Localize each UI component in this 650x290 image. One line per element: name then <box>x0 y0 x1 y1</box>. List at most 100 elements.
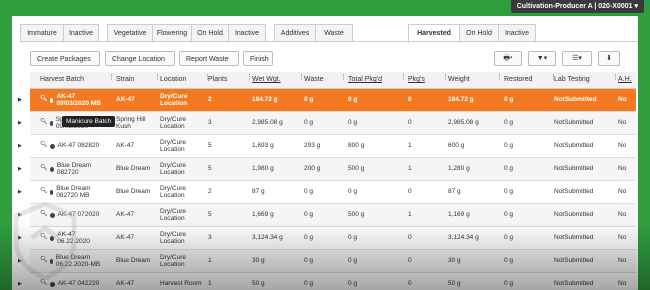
cell-weight: 184.72 g <box>448 96 474 104</box>
tab-plants-inactive[interactable]: Inactive <box>228 24 266 42</box>
search-icon[interactable]: 🔍︎ <box>40 280 48 288</box>
cell-total: 800 g <box>348 142 365 150</box>
finish-button[interactable]: Finish <box>243 51 273 66</box>
col-lab-testing[interactable]: Lab Testing <box>554 72 604 88</box>
cell-waste: 0 g <box>304 188 314 196</box>
column-menu-icon[interactable]: ⋮ <box>298 74 305 84</box>
cell-lab: NotSubmitted <box>554 119 594 127</box>
cell-location: Dry/Cure Location <box>160 115 187 131</box>
filter-icon[interactable]: ▼▾ <box>528 51 556 66</box>
columns-menu-icon[interactable]: ☰▾ <box>562 51 592 66</box>
tab-flowering-on-hold[interactable]: On Hold <box>191 24 229 42</box>
col-harvest-batch[interactable]: Harvest Batch <box>40 72 100 88</box>
search-icon[interactable]: 🔍︎ <box>40 165 48 173</box>
col-total-packaged-label: Total Pkg'd <box>348 76 383 83</box>
col-pkgs[interactable]: Pkg's <box>408 72 438 88</box>
manicure-batch-tooltip: Manicure Batch <box>62 116 116 127</box>
table-row[interactable]: ▶ 🔍︎ Blue Dream 082720 MB Blue Dream Dry/Cur… <box>18 181 636 204</box>
table-row[interactable]: ▶ 🔍︎ Blue Dream 06.22.2020-MB Blue Dream Dry… <box>18 250 636 273</box>
expand-row-icon[interactable]: ▶ <box>18 97 22 103</box>
tab-flowering[interactable]: Flowering <box>152 24 192 42</box>
column-menu-icon[interactable]: ⋮ <box>400 74 407 84</box>
cell-total: 0 g <box>348 188 358 196</box>
change-location-button[interactable]: Change Location <box>105 51 175 66</box>
col-weight[interactable]: Weight <box>448 72 488 88</box>
col-location[interactable]: Location <box>160 72 200 88</box>
expand-row-icon[interactable]: ▶ <box>18 120 22 126</box>
status-dot-icon <box>49 281 55 287</box>
column-menu-icon[interactable]: ⋮ <box>340 74 347 84</box>
table-row[interactable]: ▶ 🔍︎ AK-47 09/03/2020 MB AK-47 Dry/Cure Loca… <box>18 89 636 112</box>
expand-row-icon[interactable]: ▶ <box>18 166 22 172</box>
cell-plants: 1 <box>208 257 212 265</box>
table-row[interactable]: ▶ 🔍︎ AK-47 06.22.2020 AK-47 Dry/Cure Locatio… <box>18 227 636 250</box>
col-ah[interactable]: A.H. <box>618 72 636 88</box>
cell-wet: 1,693 g <box>252 142 274 150</box>
search-icon[interactable]: 🔍︎ <box>40 142 48 150</box>
cell-total: 0 g <box>348 119 358 127</box>
column-menu-icon[interactable]: ⋮ <box>154 74 161 84</box>
table-row[interactable]: ▶ 🔍︎ Blue Dream 082720 Blue Dream Dry/Cure L… <box>18 158 636 181</box>
cell-restored: 0 g <box>504 165 514 173</box>
cell-location: Dry/Cure Location <box>160 92 188 108</box>
column-menu-icon[interactable]: ⋮ <box>612 74 619 84</box>
cell-location: Dry/Cure Location <box>160 184 187 200</box>
harvest-batch-name[interactable]: AK-47 082820 <box>58 142 100 150</box>
col-strain[interactable]: Strain <box>116 72 154 88</box>
cell-plants: 1 <box>208 280 212 288</box>
table-row[interactable]: ▶ 🔍︎ AK-47 072020 AK-47 Dry/Cure Location 5 1,… <box>18 204 636 227</box>
search-icon[interactable]: 🔍︎ <box>40 119 48 127</box>
table-row[interactable]: ▶ 🔍︎ AK-47 082820 AK-47 Dry/Cure Location 5 1,… <box>18 135 636 158</box>
cell-weight: 87 g <box>448 188 461 196</box>
cell-ah: No <box>618 280 627 288</box>
cell-location: Dry/Cure Location <box>160 138 187 154</box>
cell-ah: No <box>618 234 627 242</box>
tab-vegetative[interactable]: Vegetative <box>107 24 153 42</box>
download-icon[interactable]: ⬇ <box>598 51 620 66</box>
tab-waste[interactable]: Waste <box>315 24 353 42</box>
col-waste[interactable]: Waste <box>304 72 338 88</box>
column-menu-icon[interactable]: ⋮ <box>108 74 115 84</box>
cell-lab: NotSubmitted <box>554 234 594 242</box>
cell-total: 500 g <box>348 211 365 219</box>
tab-immature-inactive[interactable]: Inactive <box>63 24 99 42</box>
search-icon[interactable]: 🔍︎ <box>40 188 48 196</box>
cell-lab: NotSubmitted <box>554 280 594 288</box>
column-menu-icon[interactable]: ⋮ <box>442 74 449 84</box>
tab-harvest-inactive[interactable]: Inactive <box>498 24 536 42</box>
facility-selector[interactable]: Cultivation-Producer A | 020-X0001 ▾ <box>510 0 644 13</box>
col-pkgs-label: Pkg's <box>408 76 425 83</box>
tab-immature[interactable]: Immature <box>20 24 64 42</box>
expand-row-icon[interactable]: ▶ <box>18 143 22 149</box>
column-menu-icon[interactable]: ⋮ <box>550 74 557 84</box>
cell-weight: 3,124.34 g <box>448 234 479 242</box>
create-packages-button[interactable]: Create Packages <box>30 51 100 66</box>
cell-waste: 0 g <box>304 234 314 242</box>
tab-additives[interactable]: Additives <box>274 24 316 42</box>
col-wet-weight[interactable]: Wet Wgt. <box>252 72 296 88</box>
col-total-packaged[interactable]: Total Pkg'd <box>348 72 398 88</box>
harvest-batch-name[interactable]: Blue Dream 082720 <box>57 162 106 177</box>
column-menu-icon[interactable]: ⋮ <box>246 74 253 84</box>
col-plants[interactable]: Plants <box>208 72 246 88</box>
harvest-batch-name[interactable]: Blue Dream 082720 MB <box>56 185 106 200</box>
report-waste-button[interactable]: Report Waste <box>179 51 239 66</box>
harvest-batch-name[interactable]: AK-47 042220 <box>58 280 100 288</box>
harvest-batch-name[interactable]: AK-47 09/03/2020 MB <box>56 93 106 108</box>
cell-lab: NotSubmitted <box>554 165 594 173</box>
column-menu-icon[interactable]: ⋮ <box>204 74 211 84</box>
cell-ah: No <box>618 119 627 127</box>
table-row[interactable]: ▶ 🔍︎ AK-47 042220 AK-47 Harvest Room 1 50 g 0 g… <box>18 273 636 290</box>
cell-wet: 1,980 g <box>252 165 274 173</box>
column-menu-icon[interactable]: ⋮ <box>496 74 503 84</box>
expand-row-icon[interactable]: ▶ <box>18 189 22 195</box>
search-icon[interactable]: 🔍︎ <box>40 96 48 104</box>
print-icon[interactable]: 🖶▾ <box>494 51 522 66</box>
cell-restored: 0 g <box>504 119 514 127</box>
col-restored[interactable]: Restored <box>504 72 544 88</box>
expand-row-icon[interactable]: ▶ <box>18 281 22 287</box>
table-row[interactable]: ▶🔍︎Spring Hill Kush 09/03/2020Spring Hil… <box>18 112 636 135</box>
cell-total: 0 g <box>348 257 358 265</box>
tab-harvest-on-hold[interactable]: On Hold <box>459 24 499 42</box>
cell-waste: 0 g <box>304 280 314 288</box>
